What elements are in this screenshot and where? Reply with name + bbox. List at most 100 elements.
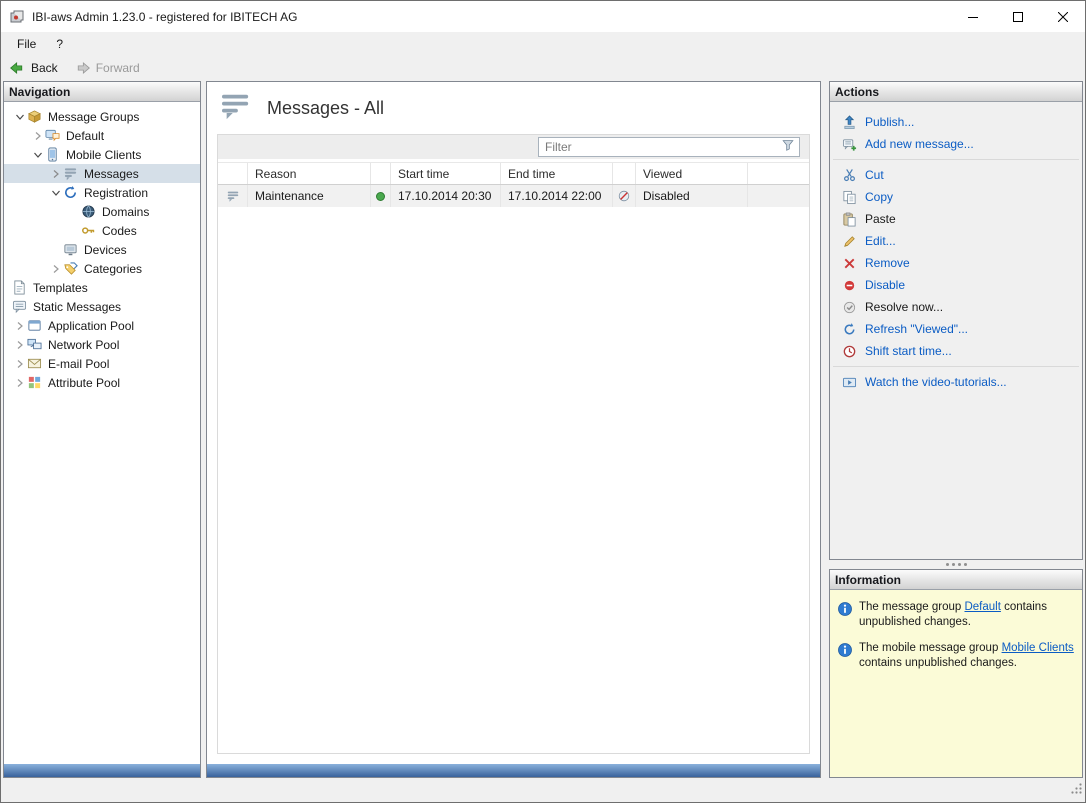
column-header-viewed-icon[interactable] [613, 163, 636, 184]
info-link-mobile-clients[interactable]: Mobile Clients [1002, 642, 1074, 654]
back-arrow-icon [9, 61, 26, 75]
forward-arrow-icon [74, 61, 91, 75]
info-link-default[interactable]: Default [964, 601, 1000, 613]
close-button[interactable] [1040, 1, 1085, 32]
tree-item-label: Application Pool [45, 318, 137, 334]
right-column: Actions Publish... Add new message... Cu… [829, 81, 1083, 778]
column-header-end-time[interactable]: End time [501, 163, 613, 184]
menubar: File ? [1, 32, 1085, 56]
action-watch-video-tutorials[interactable]: Watch the video-tutorials... [830, 371, 1082, 393]
workspace: Navigation Message Groups Default Mobile… [1, 79, 1085, 780]
action-label: Add new message... [865, 137, 974, 151]
app-icon [10, 9, 26, 25]
table-header-row: Reason Start time End time Viewed [218, 162, 809, 185]
tree-item-domains[interactable]: Domains [4, 202, 200, 221]
tree-item-label: E-mail Pool [45, 356, 112, 372]
action-edit[interactable]: Edit... [830, 230, 1082, 252]
column-header-viewed[interactable]: Viewed [636, 163, 748, 184]
action-publish[interactable]: Publish... [830, 111, 1082, 133]
tree-item-codes[interactable]: Codes [4, 221, 200, 240]
action-remove[interactable]: Remove [830, 252, 1082, 274]
navigation-tree: Message Groups Default Mobile Clients Me… [4, 102, 200, 764]
network-pool-icon [27, 337, 45, 352]
menu-help[interactable]: ? [46, 34, 73, 54]
messages-table: Reason Start time End time Viewed Mainte… [218, 162, 809, 207]
column-header-start-time[interactable]: Start time [391, 163, 501, 184]
tree-item-message-groups[interactable]: Message Groups [4, 107, 200, 126]
tree-item-registration[interactable]: Registration [4, 183, 200, 202]
information-list: The message group Default contains unpub… [830, 590, 1082, 777]
row-viewed-icon [613, 185, 636, 207]
filter-funnel-icon[interactable] [781, 138, 795, 157]
action-add-new-message[interactable]: Add new message... [830, 133, 1082, 155]
chevron-right-icon[interactable] [12, 359, 27, 369]
action-paste[interactable]: Paste [830, 208, 1082, 230]
chevron-down-icon[interactable] [12, 112, 27, 122]
back-button[interactable]: Back [9, 61, 58, 75]
chevron-right-icon[interactable] [48, 169, 63, 179]
chevron-right-icon[interactable] [48, 264, 63, 274]
menu-file[interactable]: File [7, 34, 46, 54]
chevron-down-icon[interactable] [48, 188, 63, 198]
tree-item-categories[interactable]: Categories [4, 259, 200, 278]
tree-item-devices[interactable]: Devices [4, 240, 200, 259]
minimize-button[interactable] [950, 1, 995, 32]
video-icon [842, 375, 858, 390]
row-status [371, 185, 391, 207]
action-copy[interactable]: Copy [830, 186, 1082, 208]
chevron-right-icon[interactable] [30, 131, 45, 141]
chevron-right-icon[interactable] [12, 321, 27, 331]
action-label: Copy [865, 190, 893, 204]
row-start-time: 17.10.2014 20:30 [391, 185, 501, 207]
tree-item-default[interactable]: Default [4, 126, 200, 145]
statusbar [1, 780, 1085, 802]
tree-item-templates[interactable]: Templates [4, 278, 200, 297]
refresh-icon [842, 322, 858, 337]
templates-icon [12, 280, 30, 295]
table-row[interactable]: Maintenance 17.10.2014 20:30 17.10.2014 … [218, 185, 809, 207]
close-icon [1058, 12, 1068, 22]
page-title: Messages - All [267, 98, 384, 119]
tree-item-label: Network Pool [45, 337, 122, 353]
tree-item-email-pool[interactable]: E-mail Pool [4, 354, 200, 373]
info-text-prefix: The mobile message group [859, 642, 1002, 654]
tree-item-network-pool[interactable]: Network Pool [4, 335, 200, 354]
column-header-icon[interactable] [218, 163, 248, 184]
action-label: Disable [865, 278, 905, 292]
row-reason: Maintenance [248, 185, 371, 207]
action-refresh-viewed[interactable]: Refresh "Viewed"... [830, 318, 1082, 340]
tree-item-label: Message Groups [45, 109, 142, 125]
panel-splitter[interactable] [829, 560, 1083, 569]
publish-icon [842, 115, 858, 130]
tree-item-messages[interactable]: Messages [4, 164, 200, 183]
tree-item-attribute-pool[interactable]: Attribute Pool [4, 373, 200, 392]
mobile-clients-icon [45, 147, 63, 162]
chevron-right-icon[interactable] [12, 340, 27, 350]
column-header-reason[interactable]: Reason [248, 163, 371, 184]
actions-panel-header: Actions [830, 82, 1082, 102]
info-item: The mobile message group Mobile Clients … [837, 641, 1076, 671]
titlebar[interactable]: IBI-aws Admin 1.23.0 - registered for IB… [1, 1, 1085, 32]
column-header-status[interactable] [371, 163, 391, 184]
info-text: The message group Default contains unpub… [859, 600, 1076, 630]
tree-item-static-messages[interactable]: Static Messages [4, 297, 200, 316]
nav-panel-bottom-strip [4, 764, 200, 777]
chevron-right-icon[interactable] [12, 378, 27, 388]
tree-item-label: Domains [99, 204, 152, 220]
action-disable[interactable]: Disable [830, 274, 1082, 296]
resize-grip[interactable] [1070, 782, 1083, 800]
tree-item-application-pool[interactable]: Application Pool [4, 316, 200, 335]
action-label: Refresh "Viewed"... [865, 322, 968, 336]
row-viewed: Disabled [636, 185, 748, 207]
action-label: Publish... [865, 115, 914, 129]
maximize-button[interactable] [995, 1, 1040, 32]
action-cut[interactable]: Cut [830, 164, 1082, 186]
info-text-suffix: contains unpublished changes. [859, 657, 1017, 669]
forward-button[interactable]: Forward [74, 61, 140, 75]
filter-input[interactable] [545, 140, 781, 154]
action-label: Watch the video-tutorials... [865, 375, 1007, 389]
action-shift-start-time[interactable]: Shift start time... [830, 340, 1082, 362]
action-resolve-now[interactable]: Resolve now... [830, 296, 1082, 318]
tree-item-mobile-clients[interactable]: Mobile Clients [4, 145, 200, 164]
chevron-down-icon[interactable] [30, 150, 45, 160]
